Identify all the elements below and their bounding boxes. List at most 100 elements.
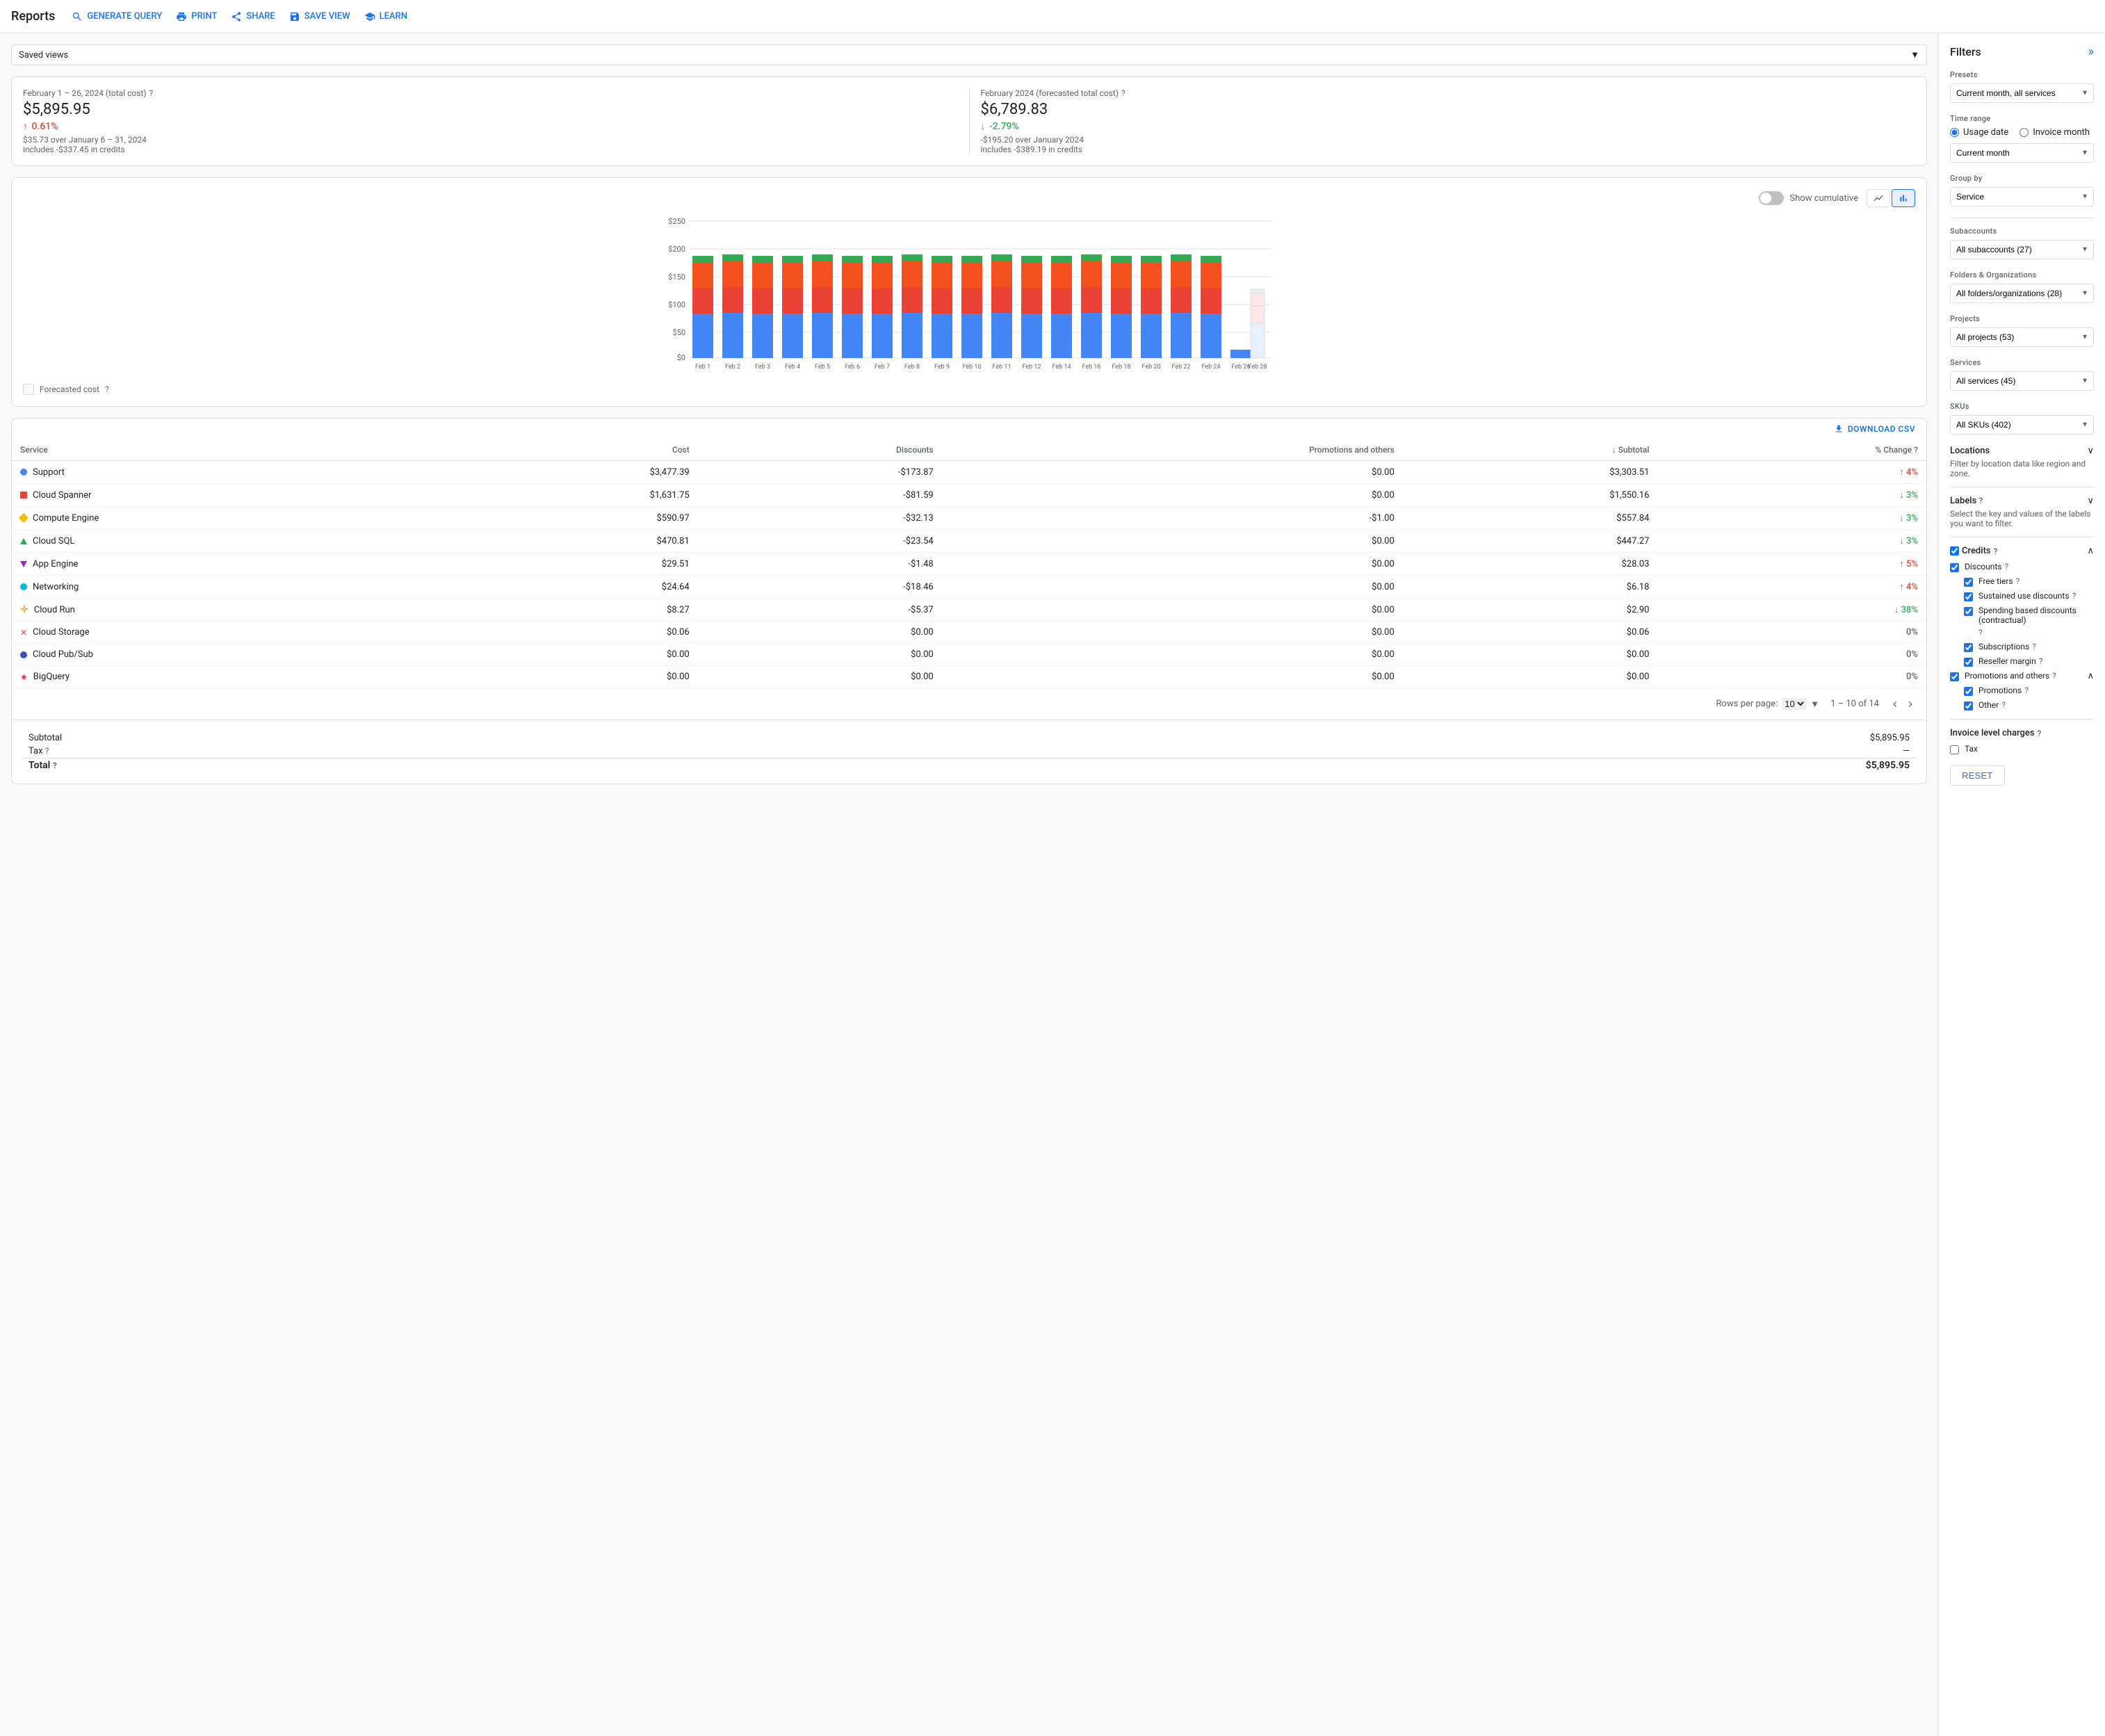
generate-query-btn[interactable]: GENERATE QUERY — [72, 11, 162, 22]
cell-subtotal: $0.06 — [1403, 622, 1658, 644]
invoice-month-radio[interactable] — [2019, 128, 2029, 137]
spending-based-checkbox[interactable] — [1964, 607, 1973, 616]
projects-select[interactable]: All projects (53) — [1950, 327, 2094, 347]
saved-views-label: Saved views — [19, 50, 68, 60]
credits-collapse-icon[interactable]: ∧ — [2087, 546, 2094, 556]
cumulative-toggle[interactable] — [1759, 191, 1784, 205]
cell-service: ★BigQuery — [12, 666, 443, 688]
cell-subtotal: $6.18 — [1403, 576, 1658, 599]
cell-service: Support — [12, 461, 443, 484]
subaccounts-select-wrap: All subaccounts (27) — [1950, 240, 2094, 259]
presets-select[interactable]: Current month, all services — [1950, 83, 2094, 103]
total-help-icon[interactable]: ? — [53, 761, 57, 770]
promotions-subgroup: Promotions ? Other ? — [1950, 686, 2094, 711]
cell-discounts: $0.00 — [698, 622, 942, 644]
cell-subtotal: $3,303.51 — [1403, 461, 1658, 484]
table-row: Cloud SQL $470.81 -$23.54 $0.00 $447.27 … — [12, 530, 1926, 553]
reseller-margin-help-icon[interactable]: ? — [2039, 656, 2043, 666]
line-chart-btn[interactable] — [1867, 189, 1890, 207]
invoice-charges-help-icon[interactable]: ? — [2038, 729, 2042, 738]
col-cost: Cost — [443, 439, 698, 461]
forecast-change-detail: -$195.20 over January 2024 — [981, 135, 1916, 145]
credits-checkbox[interactable] — [1950, 546, 1959, 555]
sustained-use-help-icon[interactable]: ? — [2072, 591, 2076, 601]
svg-text:Feb 14: Feb 14 — [1052, 364, 1071, 371]
svg-text:$250: $250 — [668, 217, 685, 226]
table-header-row: Service Cost Discounts Promotions and ot… — [12, 439, 1926, 461]
tax-filter-checkbox[interactable] — [1950, 745, 1959, 754]
promotions-others-checkbox[interactable] — [1950, 672, 1959, 681]
toggle-knob — [1760, 193, 1771, 204]
subaccounts-select[interactable]: All subaccounts (27) — [1950, 240, 2094, 259]
presets-section: Presets Current month, all services — [1950, 70, 2094, 103]
forecast-change-pct: -2.79% — [989, 121, 1019, 132]
other-checkbox[interactable] — [1964, 701, 1973, 711]
collapse-sidebar-icon[interactable]: » — [2088, 44, 2094, 59]
skus-select[interactable]: All SKUs (402) — [1950, 415, 2094, 435]
labels-header[interactable]: Labels ? ∨ — [1950, 496, 2094, 506]
projects-label: Projects — [1950, 314, 2094, 323]
filter-divider-4 — [1950, 719, 2094, 720]
discounts-item: Discounts ? — [1950, 562, 2094, 572]
usage-date-option[interactable]: Usage date — [1950, 127, 2008, 138]
cell-change: ↓ 3% — [1657, 530, 1926, 553]
cell-discounts: -$32.13 — [698, 507, 942, 530]
sustained-use-checkbox[interactable] — [1964, 592, 1973, 601]
share-btn[interactable]: SHARE — [231, 11, 275, 22]
change-help-icon[interactable]: ? — [1914, 445, 1918, 455]
current-month-select[interactable]: Current month — [1950, 143, 2094, 163]
print-btn[interactable]: PRINT — [176, 11, 217, 22]
actual-credits: includes -$337.45 in credits — [23, 145, 958, 154]
actual-cost-help-icon[interactable]: ? — [149, 88, 154, 98]
tax-help-icon[interactable]: ? — [45, 746, 49, 756]
reset-btn[interactable]: RESET — [1950, 765, 2005, 786]
credits-help-icon[interactable]: ? — [1994, 546, 1998, 556]
invoice-month-option[interactable]: Invoice month — [2019, 127, 2090, 138]
rows-per-page-select[interactable]: 10 25 50 — [1782, 698, 1806, 710]
total-value: $5,895.95 — [870, 759, 1915, 773]
saved-views-select[interactable]: Saved views ▼ — [11, 44, 1927, 65]
locations-desc: Filter by location data like region and … — [1950, 459, 2094, 478]
prev-page-btn[interactable]: ‹ — [1890, 694, 1900, 714]
table-row: Compute Engine $590.97 -$32.13 -$1.00 $5… — [12, 507, 1926, 530]
svg-text:Feb 24: Feb 24 — [1201, 364, 1220, 371]
free-tiers-label: Free tiers ? — [1978, 576, 2019, 586]
presets-select-wrap: Current month, all services — [1950, 83, 2094, 103]
subscriptions-help-icon[interactable]: ? — [2032, 642, 2036, 651]
promotions-checkbox[interactable] — [1964, 687, 1973, 696]
services-select[interactable]: All services (45) — [1950, 371, 2094, 391]
reseller-margin-checkbox[interactable] — [1964, 658, 1973, 667]
forecast-help-icon[interactable]: ? — [105, 384, 109, 394]
bar-chart-btn[interactable] — [1892, 189, 1915, 207]
usage-date-radio[interactable] — [1950, 128, 1959, 137]
free-tiers-help-icon[interactable]: ? — [2016, 576, 2020, 586]
table-row: Support $3,477.39 -$173.87 $0.00 $3,303.… — [12, 461, 1926, 484]
cell-service: App Engine — [12, 553, 443, 576]
folders-select[interactable]: All folders/organizations (28) — [1950, 284, 2094, 303]
discounts-checkbox[interactable] — [1950, 563, 1959, 572]
promotions-others-help-icon[interactable]: ? — [2052, 671, 2056, 681]
promotions-help-icon[interactable]: ? — [2024, 686, 2029, 695]
spending-based-help-icon[interactable]: ? — [1978, 628, 1983, 638]
next-page-btn[interactable]: › — [1905, 694, 1915, 714]
download-csv-btn[interactable]: DOWNLOAD CSV — [1834, 424, 1915, 434]
skus-section: SKUs All SKUs (402) — [1950, 402, 2094, 435]
save-view-btn[interactable]: SAVE VIEW — [289, 11, 350, 22]
other-help-icon[interactable]: ? — [2001, 700, 2006, 710]
cell-discounts: -$5.37 — [698, 599, 942, 622]
svg-text:$0: $0 — [677, 353, 685, 362]
labels-help-icon[interactable]: ? — [1979, 496, 1983, 505]
sustained-use-item: Sustained use discounts ? — [1964, 591, 2094, 601]
forecast-cost-help-icon[interactable]: ? — [1121, 88, 1125, 98]
folders-section: Folders & Organizations All folders/orga… — [1950, 270, 2094, 303]
services-section: Services All services (45) — [1950, 358, 2094, 391]
group-by-select[interactable]: Service — [1950, 187, 2094, 206]
svg-text:Feb 16: Feb 16 — [1082, 364, 1100, 371]
promotions-others-collapse-icon[interactable]: ∧ — [2087, 671, 2094, 681]
discounts-help-icon[interactable]: ? — [2004, 562, 2008, 571]
learn-btn[interactable]: LEARN — [364, 11, 407, 22]
free-tiers-checkbox[interactable] — [1964, 578, 1973, 587]
cell-promotions: $0.00 — [942, 461, 1403, 484]
locations-header[interactable]: Locations ∨ — [1950, 446, 2094, 456]
subscriptions-checkbox[interactable] — [1964, 643, 1973, 652]
